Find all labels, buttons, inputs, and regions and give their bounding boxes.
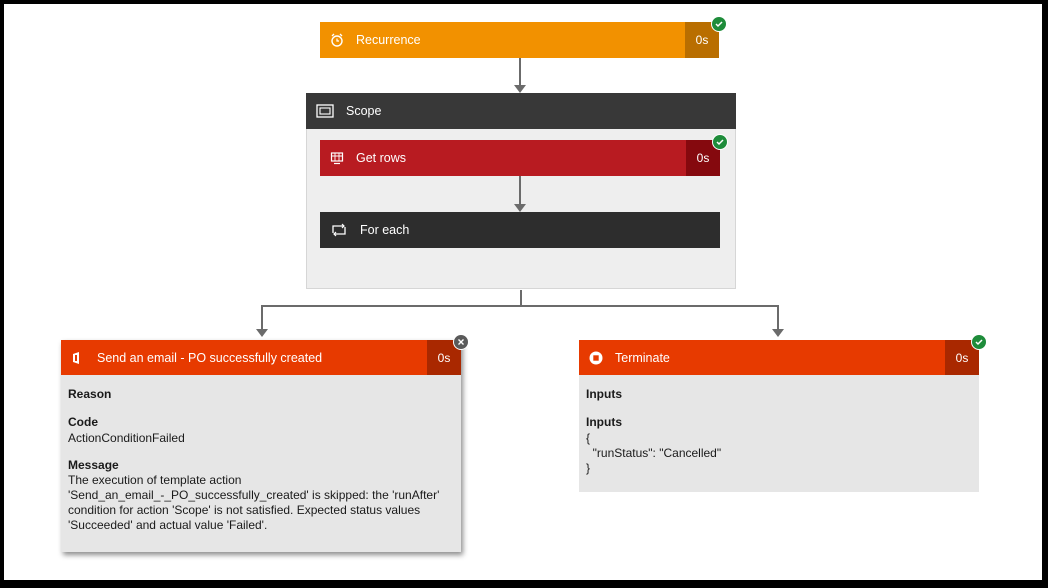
code-label: Code <box>68 415 98 429</box>
message-line: 'Succeeded' and actual value 'Failed'. <box>68 518 268 532</box>
scope-container: Scope Get rows 0s For each <box>306 93 736 289</box>
get-rows-title: Get rows <box>356 151 407 165</box>
connector-arrow <box>514 204 526 212</box>
connector-line <box>261 305 263 330</box>
inputs-line: { <box>586 431 591 445</box>
for-each-step[interactable]: For each <box>320 212 720 248</box>
connector-line <box>519 176 521 206</box>
send-email-step[interactable]: Send an email - PO successfully created … <box>61 340 461 552</box>
for-each-header[interactable]: For each <box>320 212 720 248</box>
reason-heading: Reason <box>68 387 112 401</box>
loop-icon <box>330 223 348 237</box>
message-line: condition for action 'Scope' is not sati… <box>68 503 421 517</box>
inputs-line: "runStatus": "Cancelled" <box>586 446 722 460</box>
connector-arrow <box>514 85 526 93</box>
terminate-header[interactable]: Terminate 0s <box>579 340 979 375</box>
message-line: The execution of template action <box>68 473 242 487</box>
connector-line <box>519 58 521 86</box>
recurrence-header[interactable]: Recurrence 0s <box>320 22 719 58</box>
alarm-clock-icon <box>330 33 344 47</box>
stop-icon <box>589 351 603 365</box>
get-rows-header[interactable]: Get rows 0s <box>320 140 720 176</box>
connector-arrow <box>256 329 268 337</box>
recurrence-title: Recurrence <box>356 33 421 47</box>
scope-title: Scope <box>346 104 382 118</box>
message-label: Message <box>68 458 119 472</box>
connector-arrow <box>772 329 784 337</box>
send-email-header[interactable]: Send an email - PO successfully created … <box>61 340 461 375</box>
office-icon <box>71 351 85 365</box>
scope-header[interactable]: Scope <box>306 93 736 129</box>
message-line: 'Send_an_email_-_PO_successfully_created… <box>68 488 440 502</box>
inputs-line: } <box>586 461 591 475</box>
code-value: ActionConditionFailed <box>68 431 185 445</box>
inputs-label: Inputs <box>586 415 622 429</box>
designer-canvas: Recurrence 0s Scope Get rows 0s For each… <box>4 4 1042 580</box>
success-check-icon <box>712 134 728 150</box>
connector-line <box>261 305 779 307</box>
connector-line <box>520 290 522 306</box>
recurrence-step[interactable]: Recurrence 0s <box>320 22 719 58</box>
get-rows-step[interactable]: Get rows 0s <box>320 140 720 176</box>
terminate-title: Terminate <box>615 350 670 365</box>
success-check-icon <box>971 334 987 350</box>
success-check-icon <box>711 16 727 32</box>
skipped-x-icon <box>453 334 469 350</box>
excel-table-icon <box>330 151 344 165</box>
scope-icon <box>316 104 334 118</box>
inputs-heading: Inputs <box>586 387 622 401</box>
for-each-title: For each <box>360 223 410 237</box>
send-email-title: Send an email - PO successfully created <box>97 350 323 365</box>
terminate-step[interactable]: Terminate 0s Inputs Inputs { "runStatus"… <box>579 340 979 492</box>
connector-line <box>777 305 779 330</box>
